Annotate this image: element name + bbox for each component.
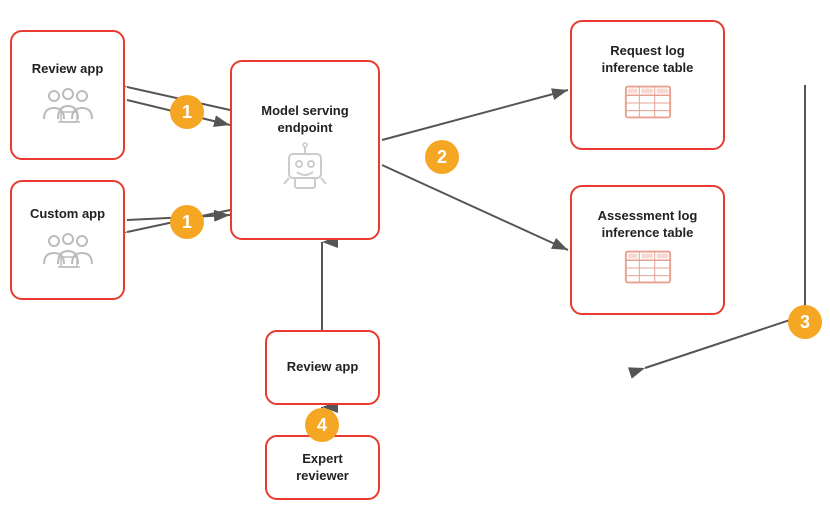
assessment-log-label: Assessment log inference table xyxy=(580,208,715,242)
review-app-top-box: Review app xyxy=(10,30,125,160)
model-serving-label: Model serving endpoint xyxy=(240,103,370,137)
table-icon-assessment xyxy=(622,247,674,292)
badge-1-top: 1 xyxy=(170,95,204,129)
review-app-bottom-label: Review app xyxy=(287,359,359,376)
badge-3: 3 xyxy=(788,305,822,339)
badge-4: 4 xyxy=(305,408,339,442)
request-log-box: Request log inference table xyxy=(570,20,725,150)
custom-app-box: Custom app xyxy=(10,180,125,300)
custom-app-label: Custom app xyxy=(30,206,105,223)
badge-1-bottom: 1 xyxy=(170,205,204,239)
table-icon-request xyxy=(622,82,674,127)
users-icon-custom xyxy=(42,229,94,274)
diagram: Review app Custom app xyxy=(0,0,830,523)
assessment-log-box: Assessment log inference table xyxy=(570,185,725,315)
model-serving-box: Model serving endpoint xyxy=(230,60,380,240)
robot-icon xyxy=(279,140,331,197)
expert-reviewer-box: Expert reviewer xyxy=(265,435,380,500)
expert-reviewer-label: Expert reviewer xyxy=(275,451,370,485)
request-log-label: Request log inference table xyxy=(580,43,715,77)
review-app-bottom-box: Review app xyxy=(265,330,380,405)
badge-2: 2 xyxy=(425,140,459,174)
review-app-top-label: Review app xyxy=(32,61,104,78)
users-icon-top xyxy=(42,84,94,129)
